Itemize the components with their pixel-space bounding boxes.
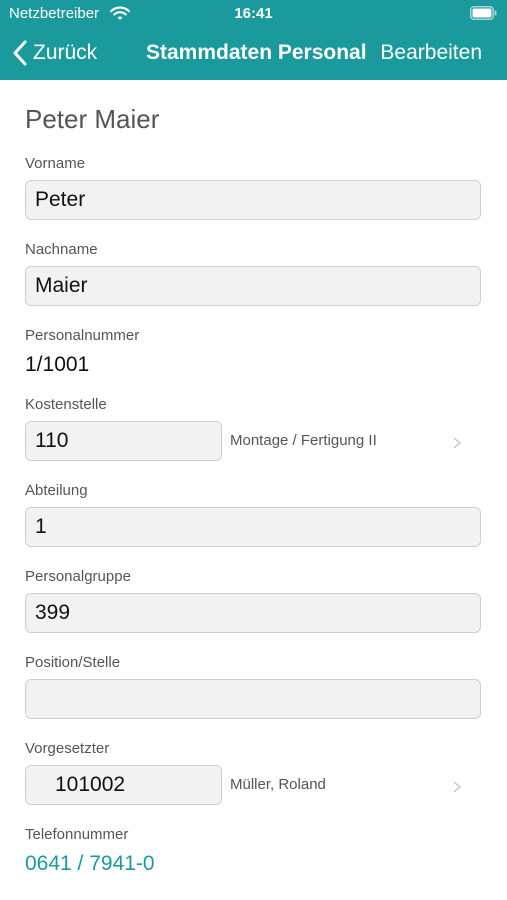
personnel-number-label: Personalnummer <box>25 327 140 344</box>
last-name-field[interactable]: Maier <box>25 266 481 306</box>
last-name-label: Nachname <box>25 241 98 258</box>
cost-center-description: Montage / Fertigung II <box>230 432 377 449</box>
cost-center-label: Kostenstelle <box>25 396 107 413</box>
position-field[interactable] <box>25 679 481 719</box>
back-label: Zurück <box>33 41 98 64</box>
chevron-right-icon[interactable] <box>451 780 463 794</box>
back-button[interactable]: Zurück <box>12 36 97 70</box>
personnel-group-field[interactable]: 399 <box>25 593 481 633</box>
first-name-field[interactable]: Peter <box>25 180 481 220</box>
screen: Netzbetreiber 16:41 Zurück Stammdaten Pe… <box>0 0 507 900</box>
department-field[interactable]: 1 <box>25 507 481 547</box>
supervisor-name: Müller, Roland <box>230 776 326 793</box>
phone-label: Telefonnummer <box>25 826 129 843</box>
personnel-number-value: 1/1001 <box>25 353 90 376</box>
cost-center-field[interactable]: 110 <box>25 421 222 461</box>
supervisor-field[interactable]: 101002 <box>25 765 222 805</box>
navigation-bar: Netzbetreiber 16:41 Zurück Stammdaten Pe… <box>0 0 507 80</box>
edit-button[interactable]: Bearbeiten <box>380 36 482 70</box>
personnel-group-label: Personalgruppe <box>25 568 131 585</box>
chevron-left-icon <box>13 40 27 66</box>
form-content: Peter Maier Vorname Peter Nachname Maier… <box>0 80 507 900</box>
chevron-right-icon[interactable] <box>451 436 463 450</box>
person-name-heading: Peter Maier <box>25 104 160 134</box>
department-label: Abteilung <box>25 482 88 499</box>
position-label: Position/Stelle <box>25 654 121 671</box>
supervisor-label: Vorgesetzter <box>25 740 110 757</box>
first-name-label: Vorname <box>25 155 86 172</box>
status-time: 16:41 <box>234 5 273 22</box>
phone-link[interactable]: 0641 / 7941-0 <box>25 851 155 877</box>
battery-icon <box>470 6 497 20</box>
page-title: Stammdaten Personal <box>146 41 367 64</box>
